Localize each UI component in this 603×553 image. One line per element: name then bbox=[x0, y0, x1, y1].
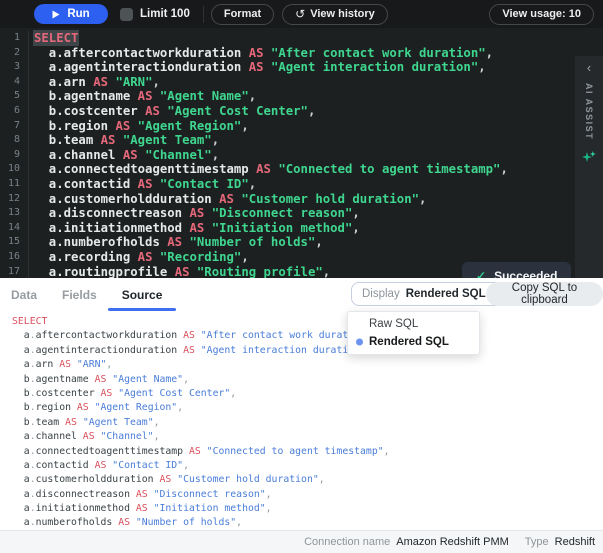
code-line: SELECT bbox=[12, 315, 603, 329]
sql-editor[interactable]: 1SELECT2 a.aftercontactworkduration AS "… bbox=[0, 28, 575, 278]
code-line: a.numberofholds AS "Number of holds", bbox=[12, 516, 603, 530]
line-number: 5 bbox=[0, 89, 29, 104]
history-icon: ↺ bbox=[295, 8, 305, 20]
view-history-button[interactable]: ↺ View history bbox=[282, 4, 388, 25]
code-line: 15 a.numberofholds AS "Number of holds", bbox=[0, 235, 575, 250]
sql-query-tool-window: Run Limit 100 Format ↺ View history View… bbox=[0, 0, 603, 553]
line-number: 15 bbox=[0, 235, 29, 250]
code-line: 6 b.costcenter AS "Agent Cost Center", bbox=[0, 104, 575, 119]
code-line: a.channel AS "Channel", bbox=[12, 430, 603, 444]
format-button[interactable]: Format bbox=[211, 4, 274, 25]
format-button-label: Format bbox=[224, 8, 261, 20]
code-line: 11 a.contactid AS "Contact ID", bbox=[0, 177, 575, 192]
code-line: a.contactid AS "Contact ID", bbox=[12, 459, 603, 473]
code-line: 5 b.agentname AS "Agent Name", bbox=[0, 89, 575, 104]
code-line: 1SELECT bbox=[0, 31, 575, 46]
results-tabbar: Data Fields Source Display Rendered SQL Co… bbox=[0, 278, 603, 311]
sql-editor-panel: 1SELECT2 a.aftercontactworkduration AS "… bbox=[0, 28, 603, 278]
code-line: 3 a.agentinteractionduration AS "Agent i… bbox=[0, 60, 575, 75]
view-history-label: View history bbox=[310, 8, 375, 20]
status-bar: Connection name Amazon Redshift PMM Type… bbox=[0, 530, 603, 553]
limit-checkbox[interactable] bbox=[120, 8, 133, 21]
code-line: 2 a.aftercontactworkduration AS "After c… bbox=[0, 46, 575, 61]
connection-name-label: Connection name bbox=[304, 536, 390, 548]
ai-assist-rail: ‹ AI ASSIST bbox=[575, 56, 603, 306]
menu-item-rendered-sql[interactable]: Rendered SQL bbox=[348, 333, 479, 351]
display-dropdown-label: Display bbox=[362, 288, 400, 300]
code-line: a.agentinteractionduration AS "Agent int… bbox=[12, 344, 603, 358]
code-line: 4 a.arn AS "ARN", bbox=[0, 75, 575, 90]
line-number: 10 bbox=[0, 162, 29, 177]
tab-source[interactable]: Source bbox=[122, 278, 163, 311]
line-number: 16 bbox=[0, 250, 29, 265]
code-line: b.region AS "Agent Region", bbox=[12, 401, 603, 415]
line-number: 2 bbox=[0, 46, 29, 61]
line-number: 1 bbox=[0, 31, 29, 46]
line-number: 12 bbox=[0, 192, 29, 207]
line-number: 4 bbox=[0, 75, 29, 90]
line-number: 14 bbox=[0, 221, 29, 236]
code-line: a.initiationmethod AS "Initiation method… bbox=[12, 502, 603, 516]
code-line: a.aftercontactworkduration AS "After con… bbox=[12, 329, 603, 343]
run-button[interactable]: Run bbox=[34, 4, 108, 24]
code-line: 10 a.connectedtoagenttimestamp AS "Conne… bbox=[0, 162, 575, 177]
code-line: b.costcenter AS "Agent Cost Center", bbox=[12, 387, 603, 401]
display-menu: Raw SQL Rendered SQL bbox=[347, 311, 480, 355]
line-number: 13 bbox=[0, 206, 29, 221]
menu-item-label: Raw SQL bbox=[369, 318, 418, 330]
code-line: a.disconnectreason AS "Disconnect reason… bbox=[12, 488, 603, 502]
copy-sql-button[interactable]: Copy SQL to clipboard bbox=[486, 282, 603, 306]
line-number: 7 bbox=[0, 119, 29, 134]
view-usage-button[interactable]: View usage: 10 bbox=[489, 4, 594, 25]
code-line: 13 a.disconnectreason AS "Disconnect rea… bbox=[0, 206, 575, 221]
line-number: 3 bbox=[0, 60, 29, 75]
run-button-label: Run bbox=[67, 8, 89, 20]
toolbar: Run Limit 100 Format ↺ View history View… bbox=[0, 0, 603, 28]
ai-assist-label: AI ASSIST bbox=[584, 83, 594, 140]
code-line: b.agentname AS "Agent Name", bbox=[12, 373, 603, 387]
code-line: 8 b.team AS "Agent Team", bbox=[0, 133, 575, 148]
code-line: a.customerholdduration AS "Customer hold… bbox=[12, 473, 603, 487]
code-line: 12 a.customerholdduration AS "Customer h… bbox=[0, 192, 575, 207]
selected-dot-icon bbox=[356, 339, 363, 346]
toolbar-divider bbox=[203, 6, 204, 23]
connection-name-value: Amazon Redshift PMM bbox=[396, 536, 508, 548]
copy-sql-button-label: Copy SQL to clipboard bbox=[512, 282, 577, 306]
type-label: Type bbox=[525, 536, 549, 548]
menu-item-raw-sql[interactable]: Raw SQL bbox=[348, 315, 479, 333]
code-line: 9 a.channel AS "Channel", bbox=[0, 148, 575, 163]
tab-fields[interactable]: Fields bbox=[62, 278, 97, 311]
code-line: 14 a.initiationmethod AS "Initiation met… bbox=[0, 221, 575, 236]
line-number: 11 bbox=[0, 177, 29, 192]
code-line: 7 b.region AS "Agent Region", bbox=[0, 119, 575, 134]
menu-item-label: Rendered SQL bbox=[369, 336, 449, 348]
type-value: Redshift bbox=[555, 536, 595, 548]
sparkles-icon[interactable] bbox=[582, 150, 596, 164]
collapse-chevron-icon[interactable]: ‹ bbox=[587, 61, 591, 75]
code-line: a.arn AS "ARN", bbox=[12, 358, 603, 372]
limit-label: Limit 100 bbox=[140, 8, 190, 20]
line-number: 6 bbox=[0, 104, 29, 119]
play-icon bbox=[52, 10, 60, 19]
code-line: a.connectedtoagenttimestamp AS "Connecte… bbox=[12, 445, 603, 459]
code-line: b.team AS "Agent Team", bbox=[12, 416, 603, 430]
line-number: 17 bbox=[0, 265, 29, 279]
display-dropdown-value: Rendered SQL bbox=[406, 288, 486, 300]
tab-data[interactable]: Data bbox=[11, 278, 37, 311]
line-number: 9 bbox=[0, 148, 29, 163]
line-number: 8 bbox=[0, 133, 29, 148]
rendered-sql-view: SELECT a.aftercontactworkduration AS "Af… bbox=[0, 311, 603, 530]
view-usage-label: View usage: 10 bbox=[502, 8, 581, 20]
